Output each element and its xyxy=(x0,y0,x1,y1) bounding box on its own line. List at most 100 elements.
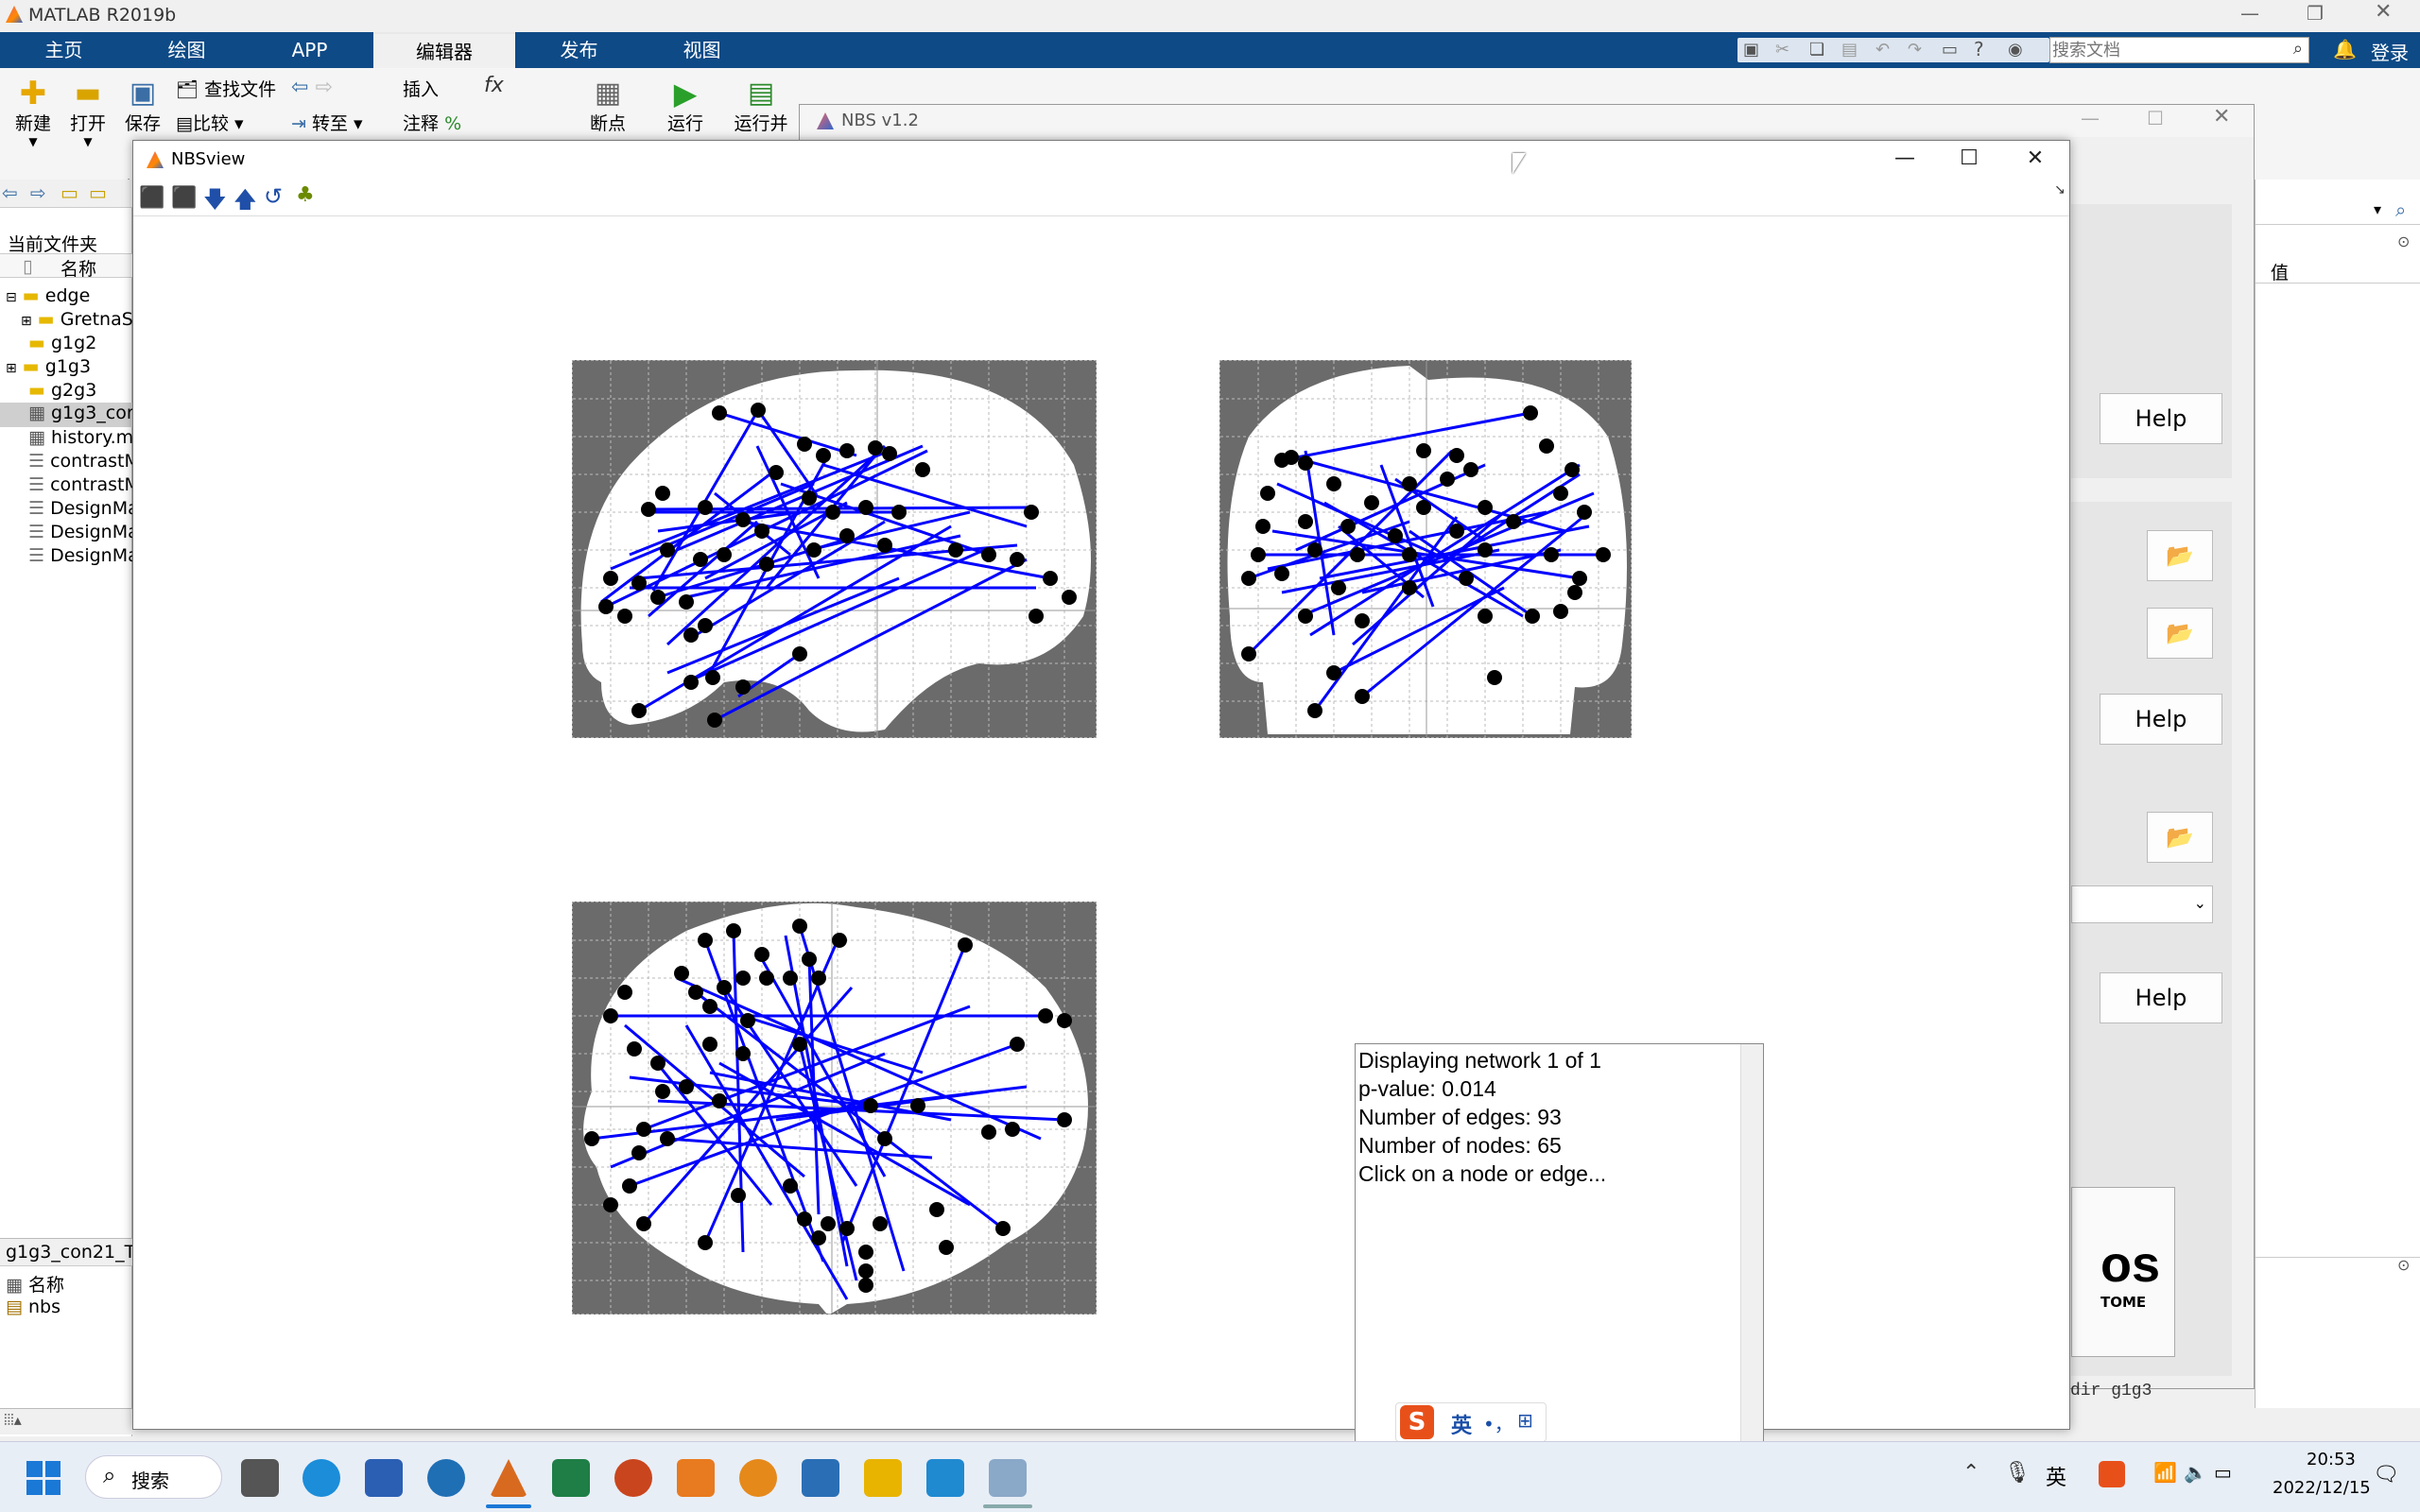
maximize-icon[interactable]: ☐ xyxy=(1950,146,1988,173)
login-link[interactable]: 登录 xyxy=(2371,38,2409,65)
tray-lang[interactable]: 英 xyxy=(2046,1461,2066,1491)
battery-icon[interactable]: ▭ xyxy=(2214,1461,2232,1484)
minimize-icon[interactable]: — xyxy=(1886,146,1924,173)
help-icon[interactable]: ? xyxy=(1974,38,1984,60)
tab-plots[interactable]: 绘图 xyxy=(151,32,222,68)
settings-icon[interactable]: ◉ xyxy=(2008,40,2023,60)
search-icon[interactable]: ⌕ xyxy=(2395,198,2406,221)
undo-icon[interactable]: ↶ xyxy=(1876,40,1890,60)
undock-icon[interactable]: ↘ xyxy=(2054,182,2066,198)
chevron-up-icon[interactable]: ⌃ xyxy=(1962,1461,1979,1485)
new-button[interactable]: ✚ 新建 ▼ xyxy=(9,77,57,181)
forward-arrow-icon[interactable]: ⇨ xyxy=(30,181,46,204)
volume-icon[interactable]: 🔈 xyxy=(2184,1461,2207,1484)
calculator-icon[interactable] xyxy=(802,1459,839,1497)
windows-start-icon[interactable] xyxy=(26,1461,60,1495)
help-button[interactable]: Help xyxy=(2100,393,2222,444)
excel-icon[interactable] xyxy=(552,1459,590,1497)
search-docs[interactable]: ⌕ xyxy=(2049,37,2309,63)
arrow-down-icon[interactable]: 🡇 xyxy=(203,183,227,222)
list-item[interactable]: ▬ g1g2 xyxy=(28,333,96,353)
clock-time[interactable]: 20:53 xyxy=(2307,1450,2356,1469)
help-button[interactable]: Help xyxy=(2100,694,2222,745)
list-item[interactable]: ⊞ ▬ g1g3 xyxy=(6,356,91,377)
open-button[interactable]: ▬ 打开 ▼ xyxy=(64,77,112,181)
search-input[interactable] xyxy=(2052,39,2279,61)
help-button[interactable]: Help xyxy=(2100,972,2222,1023)
list-item-selected[interactable]: ▦ g1g3_cor xyxy=(0,403,134,427)
fx-button[interactable]: fx xyxy=(484,74,504,97)
search-app-icon[interactable] xyxy=(739,1459,777,1497)
list-item[interactable]: ☰ contrastM xyxy=(28,474,140,495)
tab-apps[interactable]: APP xyxy=(274,32,345,68)
paste-icon[interactable]: ▤ xyxy=(1841,40,1858,60)
up-folder-icon[interactable]: ▭ xyxy=(60,181,78,204)
translate-app-icon[interactable] xyxy=(427,1459,465,1497)
app-icon[interactable] xyxy=(926,1459,964,1497)
browse-folder-button[interactable]: 📂 xyxy=(2147,812,2213,863)
comment-button[interactable]: 注释 % xyxy=(403,110,461,135)
restore-icon[interactable]: ❐ xyxy=(2307,2,2324,25)
list-item[interactable]: ☰ contrastM xyxy=(28,451,140,472)
figure-window-icon[interactable] xyxy=(989,1459,1027,1497)
method-dropdown[interactable]: ⌄ xyxy=(2071,885,2213,923)
list-item[interactable]: ☰ DesignMa xyxy=(28,498,139,519)
list-item[interactable]: ⊟ ▬ edge xyxy=(6,285,90,306)
arrow-up-icon[interactable]: 🡅 xyxy=(233,183,257,222)
tab-editor[interactable]: 编辑器 xyxy=(373,32,515,68)
redo-icon[interactable]: ↷ xyxy=(1908,40,1922,60)
compare-button[interactable]: ▤比较 ▾ xyxy=(176,110,244,135)
list-item[interactable]: ▦ history.ma xyxy=(28,427,145,448)
copy-icon[interactable]: ❏ xyxy=(1809,40,1824,60)
list-item[interactable]: ▬ g2g3 xyxy=(28,380,96,401)
insert-button[interactable]: 插入 xyxy=(403,76,439,101)
clock-date[interactable]: 2022/12/15 xyxy=(2273,1478,2371,1498)
close-icon[interactable]: ✕ xyxy=(2375,0,2392,24)
resize-grip-icon[interactable]: ⦙⦙⦙▴ xyxy=(4,1411,22,1430)
sogou-tray-icon[interactable] xyxy=(2099,1461,2125,1487)
browse-folder-button[interactable]: 📂 xyxy=(2147,530,2213,581)
word-icon[interactable] xyxy=(365,1459,403,1497)
back-icon[interactable]: ⇦ ⇨ xyxy=(291,76,333,99)
tree-icon[interactable]: ♣ xyxy=(296,183,315,207)
microphone-icon[interactable]: 🎙 xyxy=(2004,1461,2031,1485)
notification-center-icon[interactable]: 🗨 xyxy=(2373,1463,2399,1486)
tab-view[interactable]: 视图 xyxy=(666,32,737,68)
maximize-icon[interactable]: ☐ xyxy=(2147,107,2164,129)
column-header[interactable]: ▯ 名称 xyxy=(0,253,132,280)
network-info-box[interactable]: Displaying network 1 of 1 p-value: 0.014… xyxy=(1355,1043,1764,1452)
minimize-icon[interactable]: — xyxy=(2081,107,2100,129)
ime-punct[interactable]: •， xyxy=(1483,1409,1513,1436)
close-icon[interactable]: ✕ xyxy=(2213,105,2230,129)
list-item[interactable]: ☰ DesignMa xyxy=(28,522,139,542)
switch-windows-icon[interactable]: ▭ xyxy=(1942,40,1958,60)
ime-lang[interactable]: 英 xyxy=(1451,1409,1472,1439)
app-icon[interactable] xyxy=(677,1459,715,1497)
tab-publish[interactable]: 发布 xyxy=(544,32,614,68)
search-icon[interactable]: ⌕ xyxy=(2293,39,2303,59)
find-files-button[interactable]: 🗂 查找文件 xyxy=(176,76,276,101)
zoom-in-icon[interactable]: ⬛ xyxy=(139,186,164,210)
brain-coronal-view[interactable] xyxy=(1219,360,1632,738)
chevron-down-icon[interactable]: ▾ xyxy=(2374,200,2381,218)
minimize-icon[interactable]: — xyxy=(2240,2,2259,25)
powerpoint-icon[interactable] xyxy=(614,1459,652,1497)
details-item[interactable]: ▤ nbs xyxy=(6,1297,60,1317)
list-item[interactable]: ☰ DesignMa xyxy=(28,545,139,566)
brain-axial-view[interactable] xyxy=(572,902,1097,1314)
file-explorer-icon[interactable] xyxy=(864,1459,902,1497)
list-item[interactable]: ⊞ ▬ GretnaS xyxy=(21,309,133,330)
cut-icon[interactable]: ✂ xyxy=(1775,40,1789,60)
panel-menu-icon[interactable]: ⊙ xyxy=(2397,232,2410,250)
rotate-icon[interactable]: ↺ xyxy=(264,183,283,210)
save-icon[interactable]: ▣ xyxy=(1743,40,1759,60)
panel-menu-icon[interactable]: ⊙ xyxy=(2397,1256,2410,1274)
brain-sagittal-view[interactable] xyxy=(572,360,1097,738)
taskbar-search[interactable]: ⌕ 搜索 xyxy=(85,1455,222,1499)
zoom-out-icon[interactable]: ⬛ xyxy=(171,186,197,210)
browse-folder-button[interactable]: 📂 xyxy=(2147,608,2213,659)
goto-button[interactable]: ⇥ 转至 ▾ xyxy=(291,110,363,135)
tab-home[interactable]: 主页 xyxy=(28,32,99,68)
close-icon[interactable]: ✕ xyxy=(2016,146,2054,173)
edge-browser-icon[interactable] xyxy=(302,1459,340,1497)
